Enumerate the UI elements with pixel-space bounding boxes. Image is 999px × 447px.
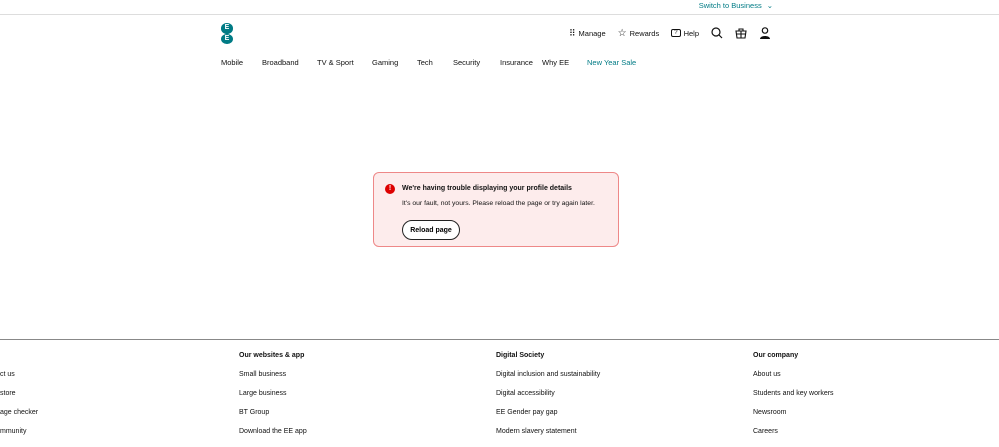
rewards-link[interactable]: ☆ Rewards bbox=[618, 28, 660, 39]
footer-link[interactable]: Modern slavery statement bbox=[496, 428, 600, 447]
footer-link[interactable]: Digital accessibility bbox=[496, 390, 600, 409]
footer-col-websites: Our websites & app Small business Large … bbox=[239, 352, 307, 447]
logo-letter: E bbox=[221, 33, 233, 44]
footer-heading: Digital Society bbox=[496, 352, 545, 359]
nav-gaming[interactable]: Gaming bbox=[372, 58, 398, 67]
basket-icon[interactable] bbox=[735, 27, 747, 39]
error-title: We're having trouble displaying your pro… bbox=[402, 185, 572, 192]
footer-col-digital-society: Digital Society Digital inclusion and su… bbox=[496, 352, 600, 447]
nav-mobile[interactable]: Mobile bbox=[221, 58, 243, 67]
search-icon[interactable] bbox=[711, 27, 723, 39]
top-bar: Switch to Business ⌄ bbox=[0, 0, 999, 15]
account-icon[interactable] bbox=[759, 27, 771, 39]
utility-nav: ⠿ Manage ☆ Rewards ? Help bbox=[569, 27, 771, 39]
footer-link[interactable]: ct us bbox=[0, 371, 38, 390]
nav-why-ee[interactable]: Why EE bbox=[542, 58, 569, 67]
star-icon: ☆ bbox=[617, 27, 627, 39]
footer-link[interactable]: BT Group bbox=[239, 409, 307, 428]
nav-security[interactable]: Security bbox=[453, 58, 480, 67]
footer-link[interactable]: age checker bbox=[0, 409, 38, 428]
footer-link[interactable]: EE Gender pay gap bbox=[496, 409, 600, 428]
footer-link[interactable]: Newsroom bbox=[753, 409, 834, 428]
nav-tv-sport[interactable]: TV & Sport bbox=[317, 58, 354, 67]
help-label: Help bbox=[683, 28, 699, 38]
nav-broadband[interactable]: Broadband bbox=[262, 58, 299, 67]
footer-link[interactable]: Large business bbox=[239, 390, 307, 409]
nav-insurance[interactable]: Insurance bbox=[500, 58, 533, 67]
manage-label: Manage bbox=[578, 28, 606, 38]
help-link[interactable]: ? Help bbox=[671, 29, 699, 38]
logo-letter: E bbox=[221, 23, 233, 34]
footer-link[interactable]: Download the EE app bbox=[239, 428, 307, 447]
nav-new-year-sale[interactable]: New Year Sale bbox=[587, 58, 636, 67]
reload-page-button[interactable]: Reload page bbox=[402, 220, 460, 240]
rewards-label: Rewards bbox=[629, 28, 660, 38]
switch-label: Switch to Business bbox=[698, 1, 762, 10]
footer-link[interactable]: mmunity bbox=[0, 428, 38, 447]
nav-tech[interactable]: Tech bbox=[417, 58, 433, 67]
footer-heading: Our websites & app bbox=[239, 352, 305, 359]
footer-link[interactable]: Small business bbox=[239, 371, 307, 390]
footer-link[interactable]: Students and key workers bbox=[753, 390, 834, 409]
error-icon: ! bbox=[385, 184, 395, 194]
footer-link[interactable]: Digital inclusion and sustainability bbox=[496, 371, 600, 390]
footer-link[interactable]: About us bbox=[753, 371, 834, 390]
footer-link[interactable]: store bbox=[0, 390, 38, 409]
grid-icon: ⠿ bbox=[568, 27, 576, 38]
error-message: It's our fault, not yours. Please reload… bbox=[402, 200, 595, 207]
footer-col-help: ct us store age checker mmunity bbox=[0, 371, 38, 447]
footer: ct us store age checker mmunity Our webs… bbox=[0, 339, 999, 441]
error-alert: ! We're having trouble displaying your p… bbox=[373, 172, 619, 247]
footer-col-company: Our company About us Students and key wo… bbox=[753, 352, 834, 447]
footer-heading: Our company bbox=[753, 352, 799, 359]
manage-link[interactable]: ⠿ Manage bbox=[569, 28, 606, 39]
ee-logo[interactable]: EE bbox=[221, 23, 233, 44]
switch-to-business-link[interactable]: Switch to Business ⌄ bbox=[699, 1, 773, 10]
footer-link[interactable]: Careers bbox=[753, 428, 834, 447]
chevron-down-icon: ⌄ bbox=[766, 1, 773, 10]
help-icon: ? bbox=[671, 29, 681, 37]
